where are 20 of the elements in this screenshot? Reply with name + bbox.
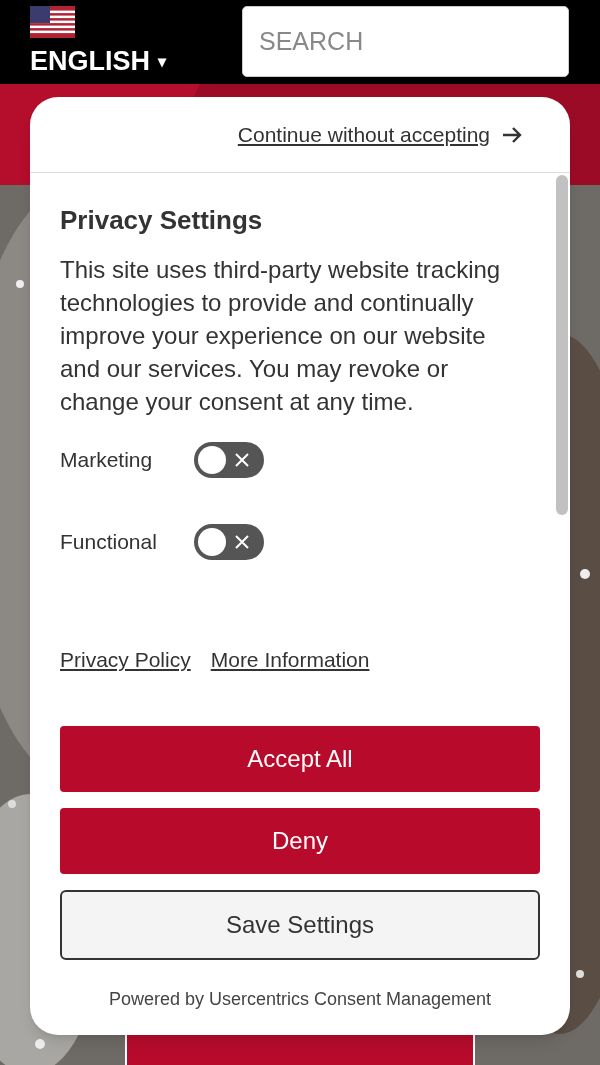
scrollbar[interactable] [556,175,568,515]
search-field[interactable]: SEARCH [242,6,569,77]
flag-icon [30,6,75,38]
toggle-switch[interactable] [194,442,264,478]
primary-button[interactable]: Deny [60,807,540,874]
close-icon [234,452,250,468]
category-label: Functional [60,529,158,556]
policy-link[interactable]: More Information [210,644,370,676]
settings-button[interactable]: Save Settings [60,889,540,960]
powered-by-text: Powered by Usercentrics Consent Management [107,987,493,1011]
policy-link[interactable]: Privacy Policy [60,644,191,676]
description-text: This site uses third-party website tracking technologies to provide and continually improve your experience on our website and our services. You may revoke or change your consent at any time. [60,255,502,417]
primary-button[interactable]: Accept All [60,725,540,792]
close-icon [234,534,250,550]
dialog-title: Privacy Settings [60,204,264,237]
language-selector[interactable]: ENGLISH ▾ [30,48,212,75]
arrow-right-icon [502,125,522,144]
category-label: Marketing [60,447,154,474]
toggle-switch[interactable] [194,524,264,560]
continue-without-accepting-link[interactable]: Continue without accepting [237,118,522,151]
